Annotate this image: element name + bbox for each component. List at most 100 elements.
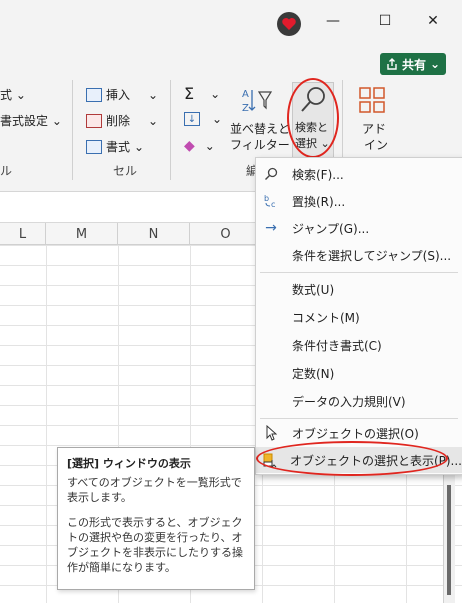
sheet-scroll-edge[interactable]: [443, 475, 455, 603]
menu-item-label: コメント(M): [292, 310, 360, 325]
menu-item-selection-pane[interactable]: オブジェクトの選択と表示(P)...: [256, 447, 462, 473]
find-select-button[interactable]: 検索と 選択 ⌄: [292, 82, 334, 158]
chevron-down-icon: ⌄: [134, 139, 145, 154]
cell-style-partial[interactable]: 式 ⌄: [0, 86, 26, 103]
menu-item-label: データの入力規則(V): [292, 394, 406, 409]
format-as-table-partial[interactable]: 書式設定 ⌄: [0, 112, 62, 129]
tooltip-title: [選択] ウィンドウの表示: [67, 457, 191, 470]
maximize-icon: ☐: [378, 13, 392, 29]
sum-icon: Σ: [184, 84, 195, 103]
menu-item-label: 置換(R)...: [292, 194, 346, 209]
menu-item-constants[interactable]: 定数(N): [256, 360, 462, 386]
addins-button[interactable]: アド イン: [352, 82, 392, 158]
title-bar: — ☐ ✕: [0, 0, 462, 46]
tooltip-body-1: すべてのオブジェクトを一覧形式で表示します。: [67, 476, 242, 504]
share-icon: [387, 58, 397, 70]
magnifier-icon: [301, 87, 325, 112]
maximize-button[interactable]: ☐: [374, 10, 396, 32]
chevron-down-icon: ⌄: [320, 137, 330, 150]
svg-text:A: A: [242, 89, 249, 100]
styles-group-label: ル: [0, 164, 13, 178]
chevron-down-icon: ⌄: [212, 112, 223, 126]
format-label: 書式: [106, 140, 131, 154]
chevron-down-icon: ⌄: [204, 139, 215, 153]
scrollbar-thumb[interactable]: [447, 485, 451, 595]
account-avatar[interactable]: [277, 12, 301, 36]
insert-label: 挿入: [106, 88, 131, 102]
cursor-arrow-icon: [256, 425, 286, 441]
sort-filter-label-1: 並べ替えと: [230, 122, 291, 136]
menu-item-conditional-formatting[interactable]: 条件付き書式(C): [256, 332, 462, 358]
menu-item-label: 条件を選択してジャンプ(S)...: [292, 248, 452, 263]
menu-item-label: ジャンプ(G)...: [292, 221, 370, 236]
clear-button[interactable]: ◆ ⌄: [184, 138, 215, 154]
share-label: 共有: [401, 57, 426, 72]
menu-item-label: 検索(F)...: [292, 167, 344, 182]
replace-icon: bc: [256, 194, 286, 208]
minimize-icon: —: [326, 13, 340, 29]
column-header[interactable]: O: [190, 223, 262, 245]
menu-item-label: 定数(N): [292, 366, 335, 381]
svg-text:c: c: [271, 200, 275, 208]
menu-item-label: 数式(U): [292, 282, 335, 297]
menu-separator: [260, 418, 458, 419]
format-cells-icon: [86, 139, 102, 154]
arrow-right-icon: →: [265, 220, 277, 236]
group-divider: [170, 80, 171, 180]
fill-button[interactable]: ↓ ⌄: [184, 112, 222, 126]
sort-filter-button[interactable]: A Z 並べ替えと フィルター: [228, 82, 290, 162]
svg-text:b: b: [264, 194, 269, 203]
close-icon: ✕: [427, 13, 439, 29]
insert-cells-icon: [86, 87, 102, 102]
menu-item-label: オブジェクトの選択(O): [292, 426, 419, 441]
chevron-down-icon: ⌄: [148, 113, 159, 128]
menu-item-label: 条件付き書式(C): [292, 338, 382, 353]
menu-item-comments[interactable]: コメント(M): [256, 304, 462, 330]
partial-label-2: 書式設定 ⌄: [0, 114, 62, 128]
find-select-label-text: 選択: [295, 137, 317, 150]
selection-pane-icon: [256, 452, 284, 468]
format-button[interactable]: 書式 ⌄: [86, 138, 144, 155]
column-header[interactable]: L: [0, 223, 46, 245]
insert-button[interactable]: 挿入 ⌄: [86, 86, 158, 103]
column-header[interactable]: M: [46, 223, 118, 245]
tooltip: [選択] ウィンドウの表示 すべてのオブジェクトを一覧形式で表示します。 この形…: [57, 447, 255, 590]
addins-label-1: アド: [362, 122, 387, 136]
menu-item-goto-special[interactable]: 条件を選択してジャンプ(S)...: [256, 242, 462, 268]
find-select-label-1: 検索と: [295, 121, 328, 134]
column-header[interactable]: N: [118, 223, 190, 245]
sort-filter-icon: A Z: [242, 89, 273, 114]
autosum-button[interactable]: Σ ⌄: [184, 84, 220, 103]
partial-label-1: 式 ⌄: [0, 88, 26, 102]
search-icon: [256, 167, 286, 181]
menu-item-replace[interactable]: bc 置換(R)...: [256, 188, 462, 214]
group-divider: [72, 80, 73, 180]
chevron-down-icon: ⌄: [429, 57, 441, 71]
menu-item-formulas[interactable]: 数式(U): [256, 276, 462, 302]
find-select-menu: 検索(F)... bc 置換(R)... → ジャンプ(G)... 条件を選択し…: [255, 157, 462, 475]
find-select-label-2: 選択 ⌄: [295, 135, 330, 151]
menu-item-goto[interactable]: → ジャンプ(G)...: [256, 215, 462, 241]
heart-icon: [282, 18, 296, 30]
tooltip-body-2: この形式で表示すると、オブジェクトの選択や色の変更を行ったり、オブジェクトを非表…: [67, 516, 243, 574]
delete-button[interactable]: 削除 ⌄: [86, 112, 158, 129]
menu-item-find[interactable]: 検索(F)...: [256, 161, 462, 187]
menu-item-label: オブジェクトの選択と表示(P)...: [289, 453, 462, 468]
sort-filter-label-2: フィルター: [230, 138, 290, 152]
close-button[interactable]: ✕: [422, 10, 444, 32]
chevron-down-icon: ⌄: [210, 86, 221, 101]
addins-label-2: イン: [364, 138, 389, 152]
delete-label: 削除: [106, 114, 131, 128]
eraser-icon: ◆: [184, 138, 195, 154]
share-button[interactable]: 共有 ⌄: [380, 53, 446, 75]
menu-item-data-validation[interactable]: データの入力規則(V): [256, 388, 462, 414]
delete-cells-icon: [86, 113, 102, 128]
fill-down-icon: ↓: [184, 112, 200, 126]
chevron-down-icon: ⌄: [148, 87, 159, 102]
addins-icon: [359, 87, 385, 113]
cells-group-label: セル: [113, 164, 138, 178]
minimize-button[interactable]: —: [322, 10, 344, 32]
menu-item-select-objects[interactable]: オブジェクトの選択(O): [256, 420, 462, 446]
svg-text:Z: Z: [242, 103, 249, 114]
menu-separator: [260, 272, 458, 273]
